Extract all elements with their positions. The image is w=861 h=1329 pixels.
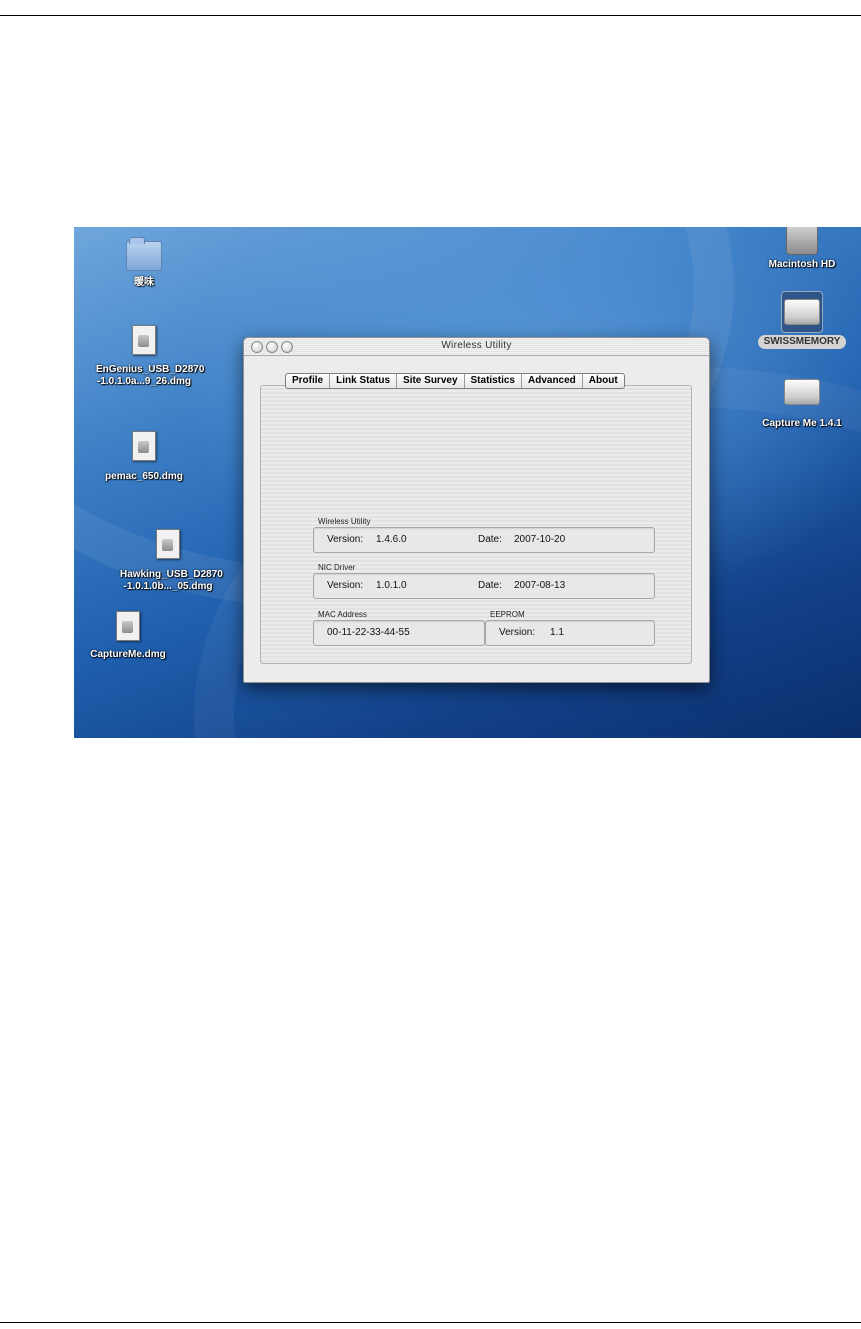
desktop-icon-macintosh-hd[interactable]: Macintosh HD xyxy=(732,227,861,271)
wireless-utility-window: Wireless Utility Wireless Utility Versio… xyxy=(243,337,710,683)
wireless-utility-group-label: Wireless Utility xyxy=(318,517,371,526)
disk-image-icon xyxy=(156,529,180,559)
desktop-icon-label: pemac_650.dmg xyxy=(105,471,183,482)
eeprom-box: Version: 1.1 xyxy=(485,620,655,646)
nic-driver-date-value: 2007-08-13 xyxy=(514,580,566,591)
desktop-icon-label: SWISSMEMORY xyxy=(757,335,847,349)
mac-address-box: 00-11-22-33-44-55 xyxy=(313,620,485,646)
version-label: Version: xyxy=(327,580,364,591)
tab-about[interactable]: About xyxy=(581,374,624,388)
external-drive-icon xyxy=(784,299,820,325)
wireless-utility-version-box: Version: 1.4.6.0 Date: 2007-10-20 xyxy=(313,527,655,553)
desktop-icon-label: 暖味 xyxy=(134,277,154,288)
nic-driver-version-box: Version: 1.0.1.0 Date: 2007-08-13 xyxy=(313,573,655,599)
version-label: Version: xyxy=(327,534,364,545)
desktop-icon-folder[interactable]: 暖味 xyxy=(74,237,214,289)
bottom-rule xyxy=(0,1322,861,1323)
top-rule xyxy=(0,15,861,16)
desktop-icon-engenius-dmg[interactable]: EnGenius_USB_D2870 -1.0.1.0a...9_26.dmg xyxy=(74,325,214,388)
nic-driver-version-value: 1.0.1.0 xyxy=(376,580,407,591)
mac-address-group-label: MAC Address xyxy=(318,610,367,619)
tab-bar: Profile Link Status Site Survey Statisti… xyxy=(285,373,625,389)
tab-link-status[interactable]: Link Status xyxy=(329,374,396,388)
desktop-icon-hawking-dmg[interactable]: Hawking_USB_D2870 -1.0.1.0b..._05.dmg xyxy=(98,529,238,593)
tab-site-survey[interactable]: Site Survey xyxy=(396,374,463,388)
version-label: Version: xyxy=(499,627,536,638)
desktop-icon-label: Macintosh HD xyxy=(768,259,836,270)
folder-icon xyxy=(126,237,162,271)
desktop-icon-label: CaptureMe.dmg xyxy=(90,649,166,660)
desktop-icon-captureme-dmg[interactable]: CaptureMe.dmg xyxy=(74,611,198,661)
desktop-icon-label: EnGenius_USB_D2870 -1.0.1.0a...9_26.dmg xyxy=(96,364,205,387)
hard-drive-icon xyxy=(786,227,818,255)
disk-image-icon xyxy=(116,611,140,641)
desktop-icon-label: Capture Me 1.4.1 xyxy=(762,418,842,429)
disk-image-icon xyxy=(132,431,156,461)
desktop-icon-pemac-dmg[interactable]: pemac_650.dmg xyxy=(74,431,214,483)
tab-profile[interactable]: Profile xyxy=(286,374,329,388)
mac-address-value: 00-11-22-33-44-55 xyxy=(327,627,410,638)
wireless-utility-version-value: 1.4.6.0 xyxy=(376,534,407,545)
date-label: Date: xyxy=(478,534,502,545)
desktop-icon-swissmemory[interactable]: SWISSMEMORY xyxy=(732,291,861,349)
disk-image-icon xyxy=(132,325,156,355)
desktop-icon-capture-me-volume[interactable]: Capture Me 1.4.1 xyxy=(732,379,861,430)
title-bar[interactable]: Wireless Utility xyxy=(244,338,709,356)
eeprom-version-value: 1.1 xyxy=(550,627,564,638)
external-drive-icon xyxy=(784,379,820,405)
eeprom-group-label: EEPROM xyxy=(490,610,525,619)
wireless-utility-date-value: 2007-10-20 xyxy=(514,534,566,545)
tab-advanced[interactable]: Advanced xyxy=(520,374,582,388)
tab-statistics[interactable]: Statistics xyxy=(463,374,521,388)
nic-driver-group-label: NIC Driver xyxy=(318,563,356,572)
desktop-icon-label: Hawking_USB_D2870 -1.0.1.0b..._05.dmg xyxy=(120,569,223,592)
tab-content-panel: Wireless Utility Version: 1.4.6.0 Date: … xyxy=(260,385,692,664)
selection-highlight xyxy=(781,291,823,333)
date-label: Date: xyxy=(478,580,502,591)
window-title: Wireless Utility xyxy=(441,340,512,351)
